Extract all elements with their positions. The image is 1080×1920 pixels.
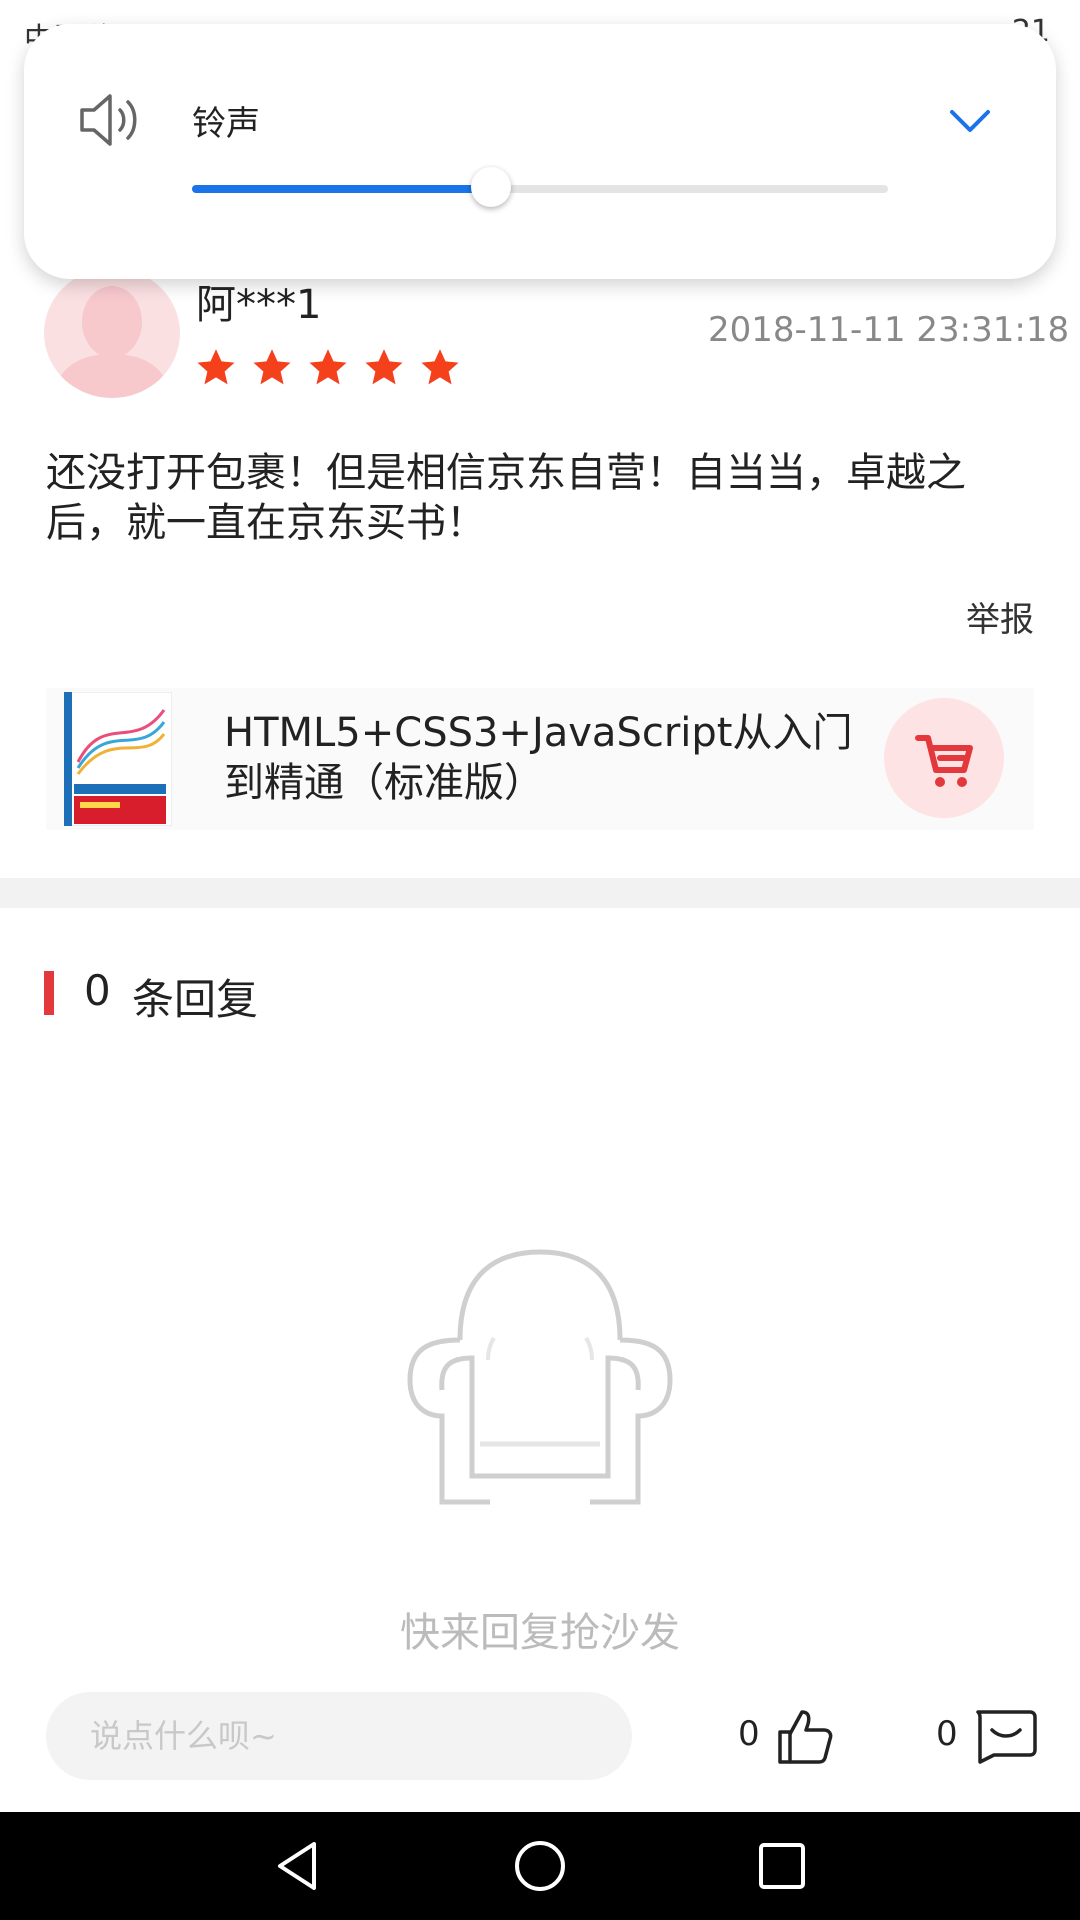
star-icon bbox=[253, 349, 291, 385]
home-circle-icon[interactable] bbox=[512, 1838, 568, 1894]
volume-slider-thumb[interactable] bbox=[471, 167, 512, 207]
review-text: 还没打开包裹！但是相信京东自营！自当当，卓越之后，就一直在京东买书！ bbox=[46, 450, 966, 546]
product-title: HTML5+CSS3+JavaScript从入门到精通（标准版） bbox=[224, 710, 853, 806]
comment-input[interactable] bbox=[46, 1692, 632, 1780]
recent-square-icon[interactable] bbox=[754, 1838, 810, 1894]
default-avatar-icon bbox=[52, 286, 172, 398]
volume-panel: 铃声 bbox=[24, 24, 1056, 279]
report-link[interactable]: 举报 bbox=[966, 592, 1034, 641]
speaker-icon[interactable] bbox=[76, 90, 148, 150]
comment-count: 0 bbox=[936, 1714, 958, 1754]
cart-icon bbox=[915, 735, 973, 787]
star-icon bbox=[365, 349, 403, 385]
star-icon bbox=[197, 349, 235, 385]
product-card[interactable]: HTML5+CSS3+JavaScript从入门到精通（标准版） bbox=[46, 688, 1034, 830]
volume-slider-fill bbox=[192, 185, 492, 193]
avatar[interactable] bbox=[44, 268, 180, 398]
reply-count: 0 bbox=[84, 966, 111, 1015]
section-divider bbox=[0, 878, 1080, 908]
star-icon bbox=[309, 349, 347, 385]
sofa-icon bbox=[407, 1249, 673, 1505]
message-icon[interactable] bbox=[972, 1708, 1038, 1764]
add-to-cart-button[interactable] bbox=[884, 698, 1004, 818]
book-cover-image bbox=[64, 692, 172, 826]
review-datetime: 2018-11-11 23:31:18 bbox=[708, 310, 1070, 350]
reply-accent-bar bbox=[44, 971, 54, 1015]
empty-state-text: 快来回复抢沙发 bbox=[400, 1610, 680, 1656]
thumbs-up-icon[interactable] bbox=[774, 1706, 834, 1766]
back-triangle-icon[interactable] bbox=[270, 1838, 326, 1894]
volume-stream-label: 铃声 bbox=[192, 104, 260, 144]
star-icon bbox=[421, 349, 459, 385]
rating-stars bbox=[194, 346, 462, 390]
like-count: 0 bbox=[738, 1714, 760, 1754]
review-username: 阿***1 bbox=[196, 282, 322, 328]
chevron-down-icon[interactable] bbox=[946, 104, 994, 136]
reply-label: 条回复 bbox=[132, 975, 259, 1024]
volume-slider[interactable] bbox=[192, 167, 888, 207]
